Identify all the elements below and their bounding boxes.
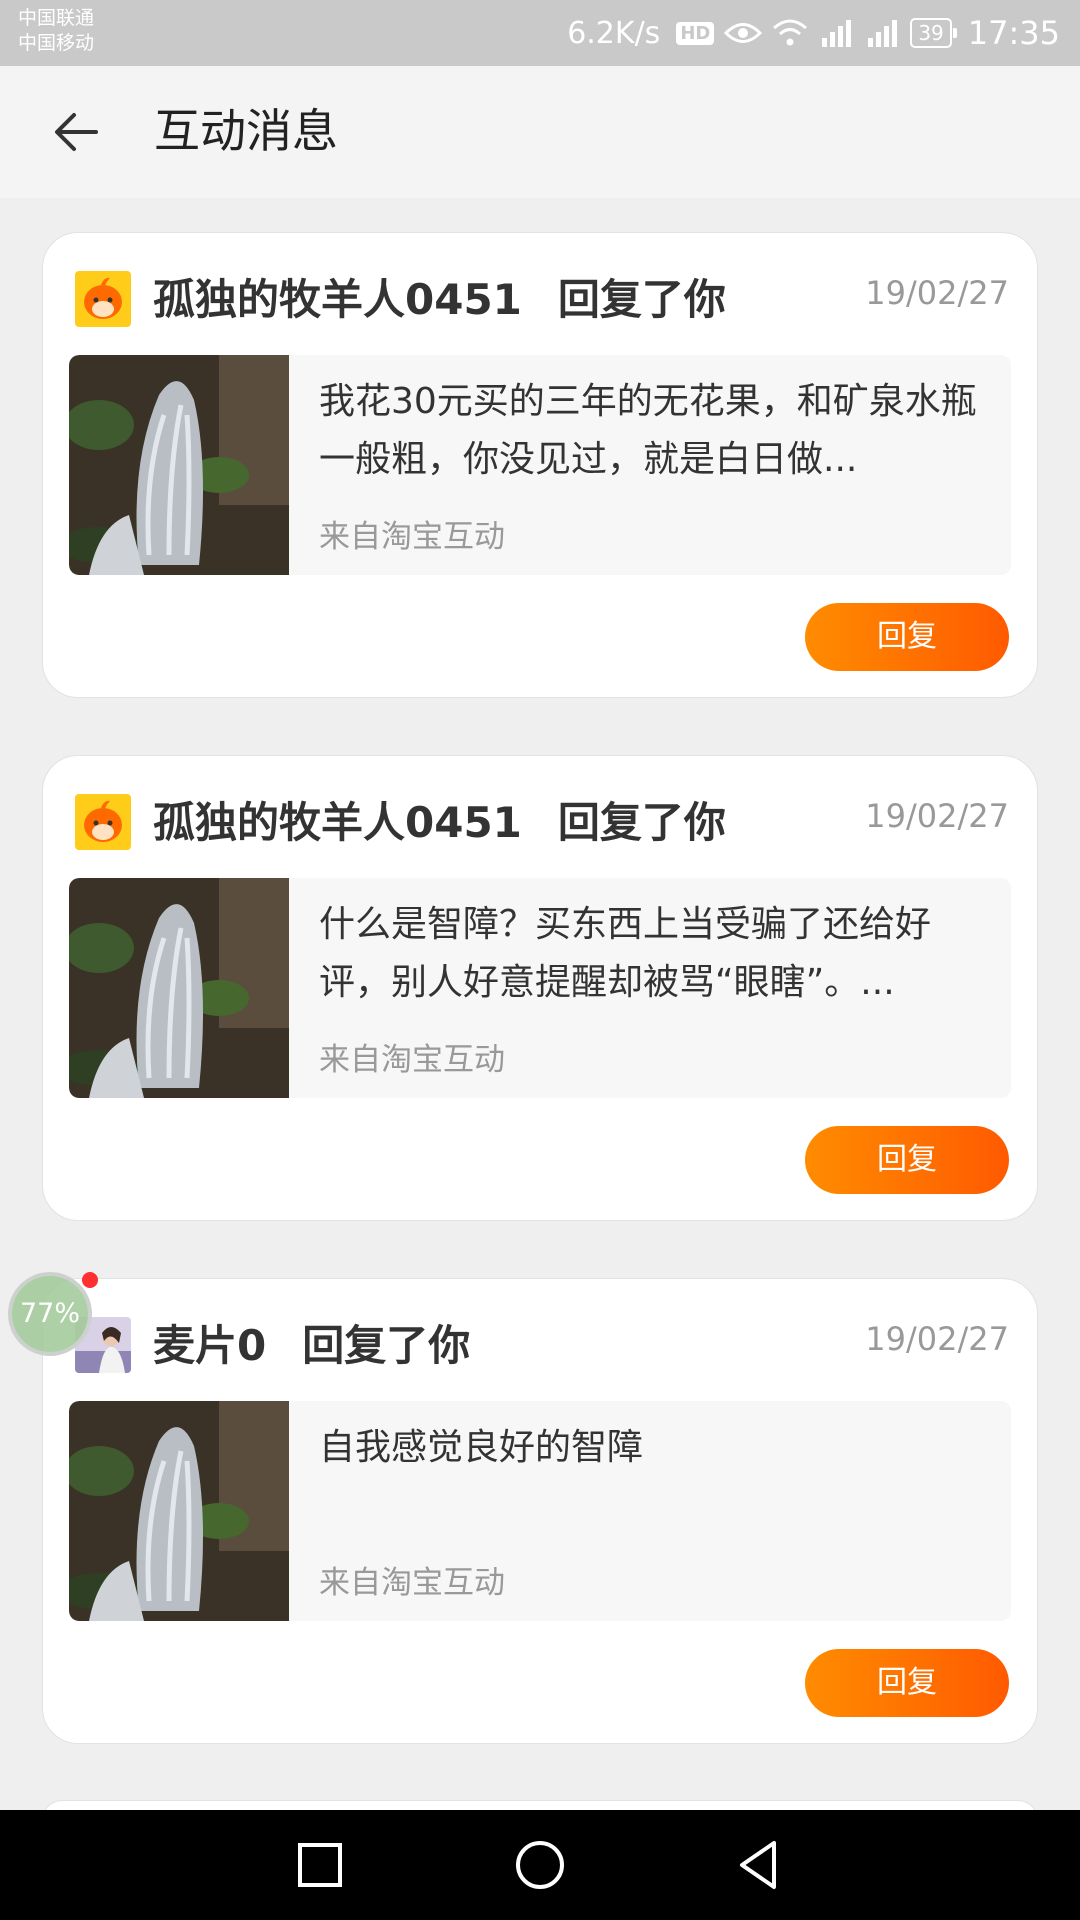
- message-date: 19/02/27: [865, 797, 1009, 835]
- eye-icon: [724, 23, 763, 43]
- message-text: 我花30元买的三年的无花果，和矿泉水瓶一般粗，你没见过，就是白日做...: [319, 381, 977, 480]
- orange-mascot-avatar-icon[interactable]: [75, 794, 131, 850]
- thumbnail-image[interactable]: [69, 1401, 289, 1621]
- message-list: 孤独的牧羊人0451 回复了你 19/02/27 我花30元买的三年的无花果，和矿…: [42, 232, 1038, 1801]
- author-name[interactable]: 麦片0: [153, 1321, 266, 1370]
- message-source: 来自淘宝互动: [319, 1565, 505, 1601]
- status-bar: 中国联通 中国移动 6.2K/s HD 39 17:35: [0, 0, 1080, 66]
- action-text: 回复了你: [302, 1321, 471, 1370]
- card-header: 麦片0 回复了你: [153, 1317, 470, 1375]
- message-card[interactable]: 孤独的牧羊人0451 回复了你 19/02/27 什么是智障？买东西上当受骗了还给…: [42, 755, 1038, 1221]
- action-text: 回复了你: [557, 275, 726, 324]
- wifi-icon: [773, 19, 808, 46]
- reply-button[interactable]: 回复: [805, 603, 1009, 671]
- clock: 17:35: [967, 14, 1060, 52]
- message-content[interactable]: 我花30元买的三年的无花果，和矿泉水瓶一般粗，你没见过，就是白日做... 来自淘…: [69, 355, 1011, 575]
- author-name[interactable]: 孤独的牧羊人0451: [153, 275, 522, 324]
- action-text: 回复了你: [557, 798, 726, 847]
- navigation-bar: [0, 1810, 1080, 1920]
- hd-icon: HD: [676, 21, 715, 45]
- message-card[interactable]: 孤独的牧羊人0451 回复了你 19/02/27 我花30元买的三年的无花果，和矿…: [42, 232, 1038, 698]
- back-button[interactable]: [46, 102, 106, 162]
- author-name[interactable]: 孤独的牧羊人0451: [153, 798, 522, 847]
- message-source: 来自淘宝互动: [319, 1042, 505, 1078]
- battery-icon: 39: [910, 18, 958, 48]
- page-title: 互动消息: [154, 104, 338, 158]
- square-icon: [298, 1843, 342, 1887]
- message-text: 自我感觉良好的智障: [319, 1427, 644, 1468]
- message-text: 什么是智障？买东西上当受骗了还给好评，别人好意提醒却被骂“眼瞎”。...: [319, 904, 932, 1003]
- status-icons: 6.2K/s HD 39 17:35: [567, 0, 1060, 66]
- floating-memory-widget[interactable]: 77%: [8, 1272, 92, 1356]
- message-content[interactable]: 自我感觉良好的智障 来自淘宝互动: [69, 1401, 1011, 1621]
- arrow-left-icon: [55, 113, 98, 151]
- thumbnail-image[interactable]: [69, 355, 289, 575]
- carrier-info: 中国联通 中国移动: [18, 6, 94, 56]
- message-card[interactable]: 麦片0 回复了你 19/02/27 自我感觉良好的智障 来自淘宝互动 回复: [42, 1278, 1038, 1744]
- signal-4g-icon: [868, 20, 898, 47]
- signal-2g-icon: [822, 20, 852, 47]
- net-speed: 6.2K/s: [567, 15, 661, 51]
- card-header: 孤独的牧羊人0451 回复了你: [153, 794, 726, 852]
- carrier-1: 中国联通: [18, 7, 95, 29]
- notification-dot: [82, 1272, 98, 1288]
- recents-button[interactable]: [288, 1833, 352, 1897]
- message-date: 19/02/27: [865, 274, 1009, 312]
- message-date: 19/02/27: [865, 1320, 1009, 1358]
- header-bar: 互动消息: [0, 66, 1080, 198]
- back-nav-button[interactable]: [728, 1833, 792, 1897]
- reply-button[interactable]: 回复: [805, 1649, 1009, 1717]
- message-source: 来自淘宝互动: [319, 519, 505, 555]
- message-content[interactable]: 什么是智障？买东西上当受骗了还给好评，别人好意提醒却被骂“眼瞎”。... 来自淘…: [69, 878, 1011, 1098]
- card-header: 孤独的牧羊人0451 回复了你: [153, 271, 726, 329]
- carrier-2: 中国移动: [18, 32, 95, 54]
- thumbnail-image[interactable]: [69, 878, 289, 1098]
- orange-mascot-avatar-icon[interactable]: [75, 271, 131, 327]
- home-button[interactable]: [508, 1833, 572, 1897]
- reply-button[interactable]: 回复: [805, 1126, 1009, 1194]
- triangle-back-icon: [740, 1841, 776, 1889]
- circle-icon: [516, 1841, 564, 1889]
